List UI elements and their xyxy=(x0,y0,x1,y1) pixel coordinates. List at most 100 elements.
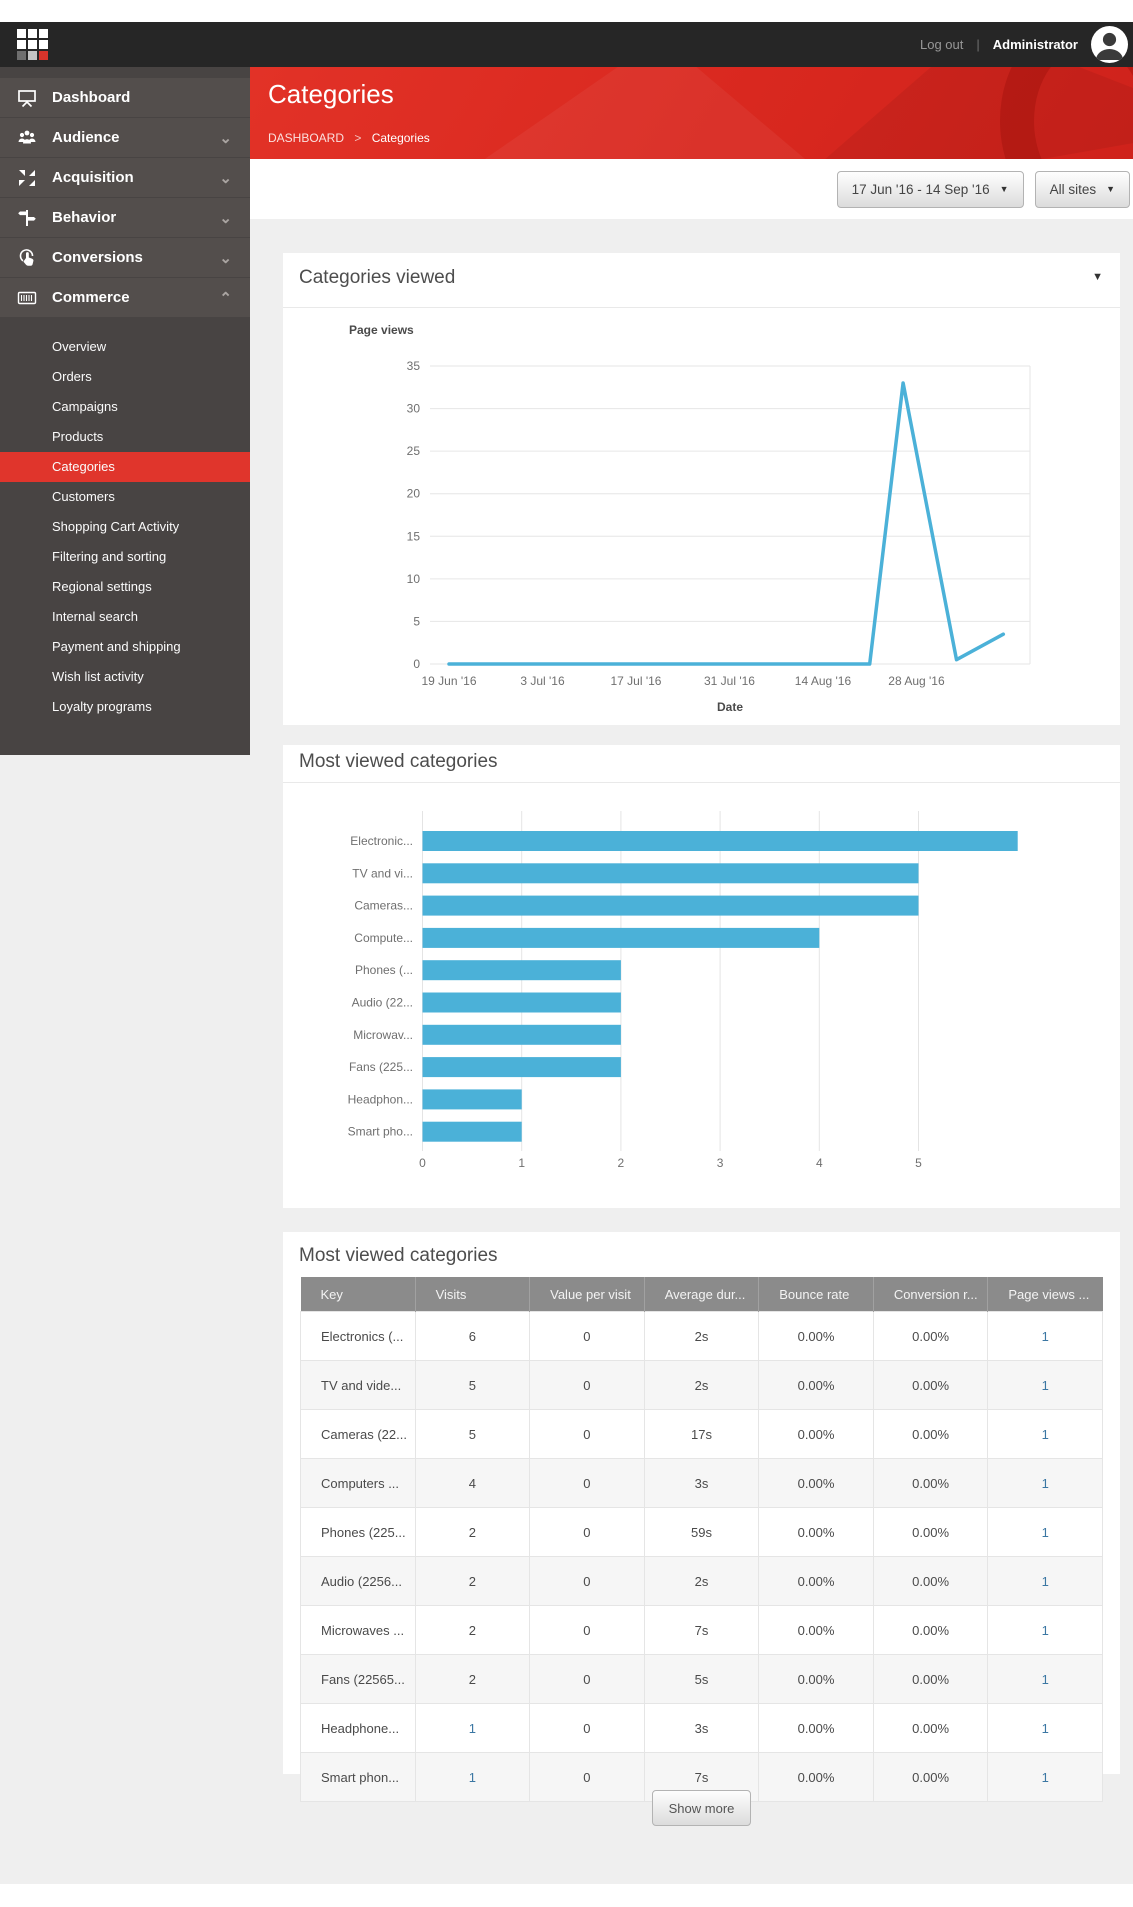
sidebar-subitem-products[interactable]: Products xyxy=(0,422,250,452)
cell-key: Cameras (22... xyxy=(301,1410,416,1459)
cell-bounce-rate: 0.00% xyxy=(759,1508,874,1557)
show-more-button[interactable]: Show more xyxy=(652,1790,752,1826)
sidebar-subitem-wish-list-activity[interactable]: Wish list activity xyxy=(0,662,250,692)
sidebar-item-audience[interactable]: Audience⌄ xyxy=(0,118,250,157)
breadcrumb-root-link[interactable]: DASHBOARD xyxy=(268,131,344,145)
sidebar-item-behavior[interactable]: Behavior⌄ xyxy=(0,198,250,237)
chevron-down-icon: ⌄ xyxy=(219,249,232,267)
svg-text:Electronic...: Electronic... xyxy=(350,834,413,848)
svg-text:5: 5 xyxy=(413,614,420,628)
table-row: Audio (2256...202s0.00%0.00%1 xyxy=(301,1557,1103,1606)
sidebar-subitem-payment-and-shipping[interactable]: Payment and shipping xyxy=(0,632,250,662)
sidebar-item-commerce[interactable]: Commerce⌃ xyxy=(0,278,250,317)
svg-text:Cameras...: Cameras... xyxy=(354,899,413,913)
cell-page-views: 1 xyxy=(988,1557,1103,1606)
dashboard-icon xyxy=(16,87,38,109)
commerce-icon xyxy=(16,287,38,309)
page-views-line-chart: 0510152025303519 Jun '163 Jul '1617 Jul … xyxy=(283,308,1120,726)
sidebar-subitem-shopping-cart-activity[interactable]: Shopping Cart Activity xyxy=(0,512,250,542)
breadcrumb: DASHBOARD > Categories xyxy=(268,131,430,145)
user-avatar[interactable] xyxy=(1091,26,1128,63)
sidebar-item-acquisition[interactable]: Acquisition⌄ xyxy=(0,158,250,197)
sidebar-subitem-regional-settings[interactable]: Regional settings xyxy=(0,572,250,602)
cell-key: Computers ... xyxy=(301,1459,416,1508)
page-views-link[interactable]: 1 xyxy=(1042,1574,1049,1589)
cell-conversion-rate: 0.00% xyxy=(873,1704,988,1753)
sidebar-subitem-orders[interactable]: Orders xyxy=(0,362,250,392)
current-user-label[interactable]: Administrator xyxy=(993,37,1078,52)
cell-value: 0 xyxy=(530,1459,645,1508)
sidebar-subitem-campaigns[interactable]: Campaigns xyxy=(0,392,250,422)
app-logo-icon[interactable] xyxy=(17,29,48,60)
cell-conversion-rate: 0.00% xyxy=(873,1361,988,1410)
date-range-dropdown[interactable]: 17 Jun '16 - 14 Sep '16 ▼ xyxy=(837,171,1024,208)
cell-avg-duration: 3s xyxy=(644,1704,759,1753)
panel-title: Most viewed categories xyxy=(299,751,498,773)
sidebar-subitem-loyalty-programs[interactable]: Loyalty programs xyxy=(0,692,250,722)
column-header-bounce-rate: Bounce rate xyxy=(759,1277,874,1312)
cell-visits: 2 xyxy=(415,1606,530,1655)
cell-conversion-rate: 0.00% xyxy=(873,1459,988,1508)
table-row: Electronics (...602s0.00%0.00%1 xyxy=(301,1312,1103,1361)
cell-key: Phones (225... xyxy=(301,1508,416,1557)
svg-text:TV and vi...: TV and vi... xyxy=(352,866,413,880)
visits-link[interactable]: 1 xyxy=(469,1770,476,1785)
cell-page-views: 1 xyxy=(988,1704,1103,1753)
sidebar-subitem-customers[interactable]: Customers xyxy=(0,482,250,512)
page-views-link[interactable]: 1 xyxy=(1042,1770,1049,1785)
date-range-value: 17 Jun '16 - 14 Sep '16 xyxy=(852,182,990,197)
cell-avg-duration: 2s xyxy=(644,1361,759,1410)
sidebar-item-label: Audience xyxy=(52,129,219,146)
cell-avg-duration: 59s xyxy=(644,1508,759,1557)
sidebar-subitem-categories[interactable]: Categories xyxy=(0,452,250,482)
cell-value: 0 xyxy=(530,1704,645,1753)
cell-value: 0 xyxy=(530,1410,645,1459)
svg-text:17 Jul '16: 17 Jul '16 xyxy=(610,674,661,688)
cell-value: 0 xyxy=(530,1655,645,1704)
page-views-link[interactable]: 1 xyxy=(1042,1476,1049,1491)
top-bar: Log out | Administrator xyxy=(0,22,1133,67)
cell-value: 0 xyxy=(530,1606,645,1655)
column-header-average-dur: Average dur... xyxy=(644,1277,759,1312)
cell-avg-duration: 5s xyxy=(644,1655,759,1704)
svg-text:Microwav...: Microwav... xyxy=(353,1028,413,1042)
sidebar-subitem-overview[interactable]: Overview xyxy=(0,332,250,362)
page-views-link[interactable]: 1 xyxy=(1042,1427,1049,1442)
sidebar-item-dashboard[interactable]: Dashboard xyxy=(0,78,250,117)
sidebar-item-label: Acquisition xyxy=(52,169,219,186)
svg-text:30: 30 xyxy=(407,402,421,416)
visits-link[interactable]: 1 xyxy=(469,1721,476,1736)
cell-visits: 2 xyxy=(415,1557,530,1606)
svg-text:3: 3 xyxy=(717,1156,724,1170)
person-icon xyxy=(1091,26,1128,63)
table-header: KeyVisitsValue per visitAverage dur...Bo… xyxy=(301,1277,1103,1312)
cell-page-views: 1 xyxy=(988,1606,1103,1655)
cell-avg-duration: 7s xyxy=(644,1606,759,1655)
page-views-link[interactable]: 1 xyxy=(1042,1525,1049,1540)
site-selector-dropdown[interactable]: All sites ▼ xyxy=(1035,171,1130,208)
page-views-link[interactable]: 1 xyxy=(1042,1378,1049,1393)
sidebar-item-conversions[interactable]: Conversions⌄ xyxy=(0,238,250,277)
topbar-separator: | xyxy=(976,37,979,52)
cell-key: Microwaves ... xyxy=(301,1606,416,1655)
logout-link[interactable]: Log out xyxy=(920,37,963,52)
cell-key: Headphone... xyxy=(301,1704,416,1753)
svg-text:2: 2 xyxy=(618,1156,625,1170)
cell-visits: 6 xyxy=(415,1312,530,1361)
svg-text:28 Aug '16: 28 Aug '16 xyxy=(888,674,945,688)
cell-conversion-rate: 0.00% xyxy=(873,1312,988,1361)
sidebar-subitem-internal-search[interactable]: Internal search xyxy=(0,602,250,632)
column-header-value-per-visit: Value per visit xyxy=(530,1277,645,1312)
sidebar: DashboardAudience⌄Acquisition⌄Behavior⌄C… xyxy=(0,67,250,755)
panel-collapse-caret[interactable]: ▼ xyxy=(1092,271,1103,283)
sidebar-subitem-filtering-and-sorting[interactable]: Filtering and sorting xyxy=(0,542,250,572)
svg-text:Headphon...: Headphon... xyxy=(348,1092,413,1106)
cell-bounce-rate: 0.00% xyxy=(759,1655,874,1704)
page-title: Categories xyxy=(268,79,394,110)
cell-avg-duration: 17s xyxy=(644,1410,759,1459)
page-views-link[interactable]: 1 xyxy=(1042,1623,1049,1638)
page-views-link[interactable]: 1 xyxy=(1042,1329,1049,1344)
page-header: Categories DASHBOARD > Categories xyxy=(250,67,1133,159)
page-views-link[interactable]: 1 xyxy=(1042,1721,1049,1736)
page-views-link[interactable]: 1 xyxy=(1042,1672,1049,1687)
